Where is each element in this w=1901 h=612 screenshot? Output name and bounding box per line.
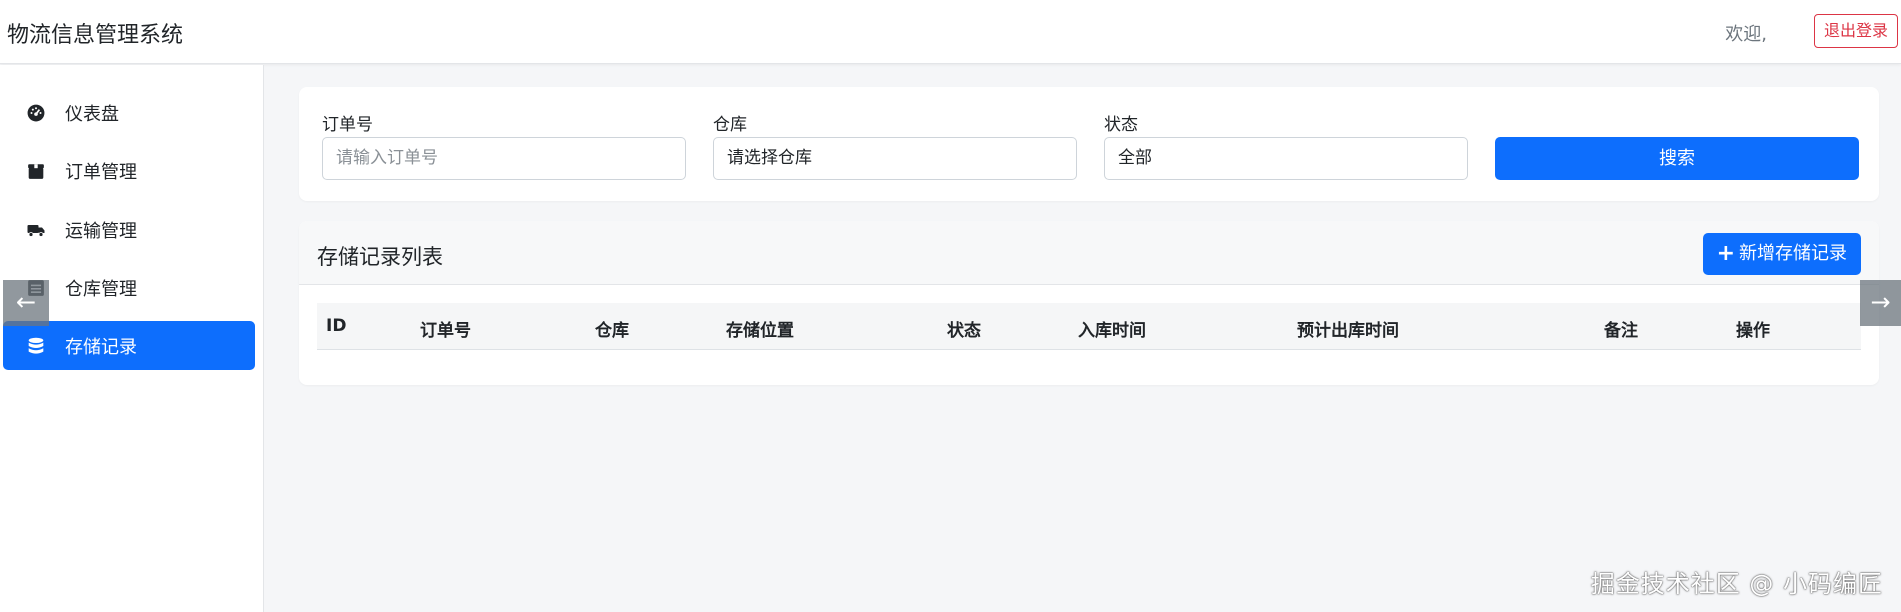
- next-arrow-icon[interactable]: →: [1860, 280, 1901, 326]
- sidebar-item-dashboard[interactable]: 仪表盘: [3, 88, 255, 137]
- warehouse-select[interactable]: 请选择仓库: [713, 137, 1077, 180]
- app-title: 物流信息管理系统: [7, 23, 184, 48]
- column-header-remark: 备注: [1604, 321, 1638, 341]
- main-content: 订单号 请输入订单号 仓库 请选择仓库 状态 全部 搜索 存储记录列表 + 新增…: [265, 65, 1901, 612]
- status-select[interactable]: 全部: [1104, 137, 1468, 180]
- watermark: 掘金技术社区 @ 小码编匠: [1590, 570, 1883, 598]
- warehouse-label: 仓库: [713, 115, 747, 135]
- sidebar-item-label: 订单管理: [65, 161, 137, 183]
- status-label: 状态: [1104, 115, 1138, 135]
- sidebar-item-orders[interactable]: 订单管理: [3, 146, 255, 195]
- column-header-id: ID: [326, 316, 347, 336]
- search-button[interactable]: 搜索: [1495, 137, 1859, 180]
- panel-title: 存储记录列表: [317, 245, 443, 269]
- sidebar-item-transport[interactable]: 运输管理: [3, 205, 255, 254]
- sidebar-item-label: 仓库管理: [65, 278, 137, 300]
- logout-button[interactable]: 退出登录: [1813, 14, 1898, 48]
- column-header-order-number: 订单号: [420, 321, 471, 341]
- sidebar-item-label: 运输管理: [65, 220, 137, 242]
- sidebar-item-label: 仪表盘: [65, 103, 119, 125]
- truck-icon: [27, 221, 45, 239]
- sidebar-item-storage-records[interactable]: 存储记录: [3, 321, 255, 370]
- top-navbar: 物流信息管理系统 欢迎, 退出登录: [0, 0, 1901, 64]
- add-storage-record-button[interactable]: + 新增存储记录: [1702, 233, 1861, 275]
- column-header-actions: 操作: [1736, 321, 1770, 341]
- column-header-location: 存储位置: [726, 321, 794, 341]
- database-icon: [27, 337, 45, 355]
- prev-arrow-icon[interactable]: ←: [3, 280, 49, 326]
- sidebar: 仪表盘 订单管理 运输管理 仓库管理 存储记录: [0, 65, 264, 612]
- sidebar-item-label: 存储记录: [65, 336, 137, 358]
- column-header-inbound-time: 入库时间: [1078, 321, 1146, 341]
- add-button-label: 新增存储记录: [1739, 243, 1847, 264]
- storage-records-panel: 存储记录列表 + 新增存储记录 ID 订单号 仓库 存储位置 状态 入库时间 预…: [299, 221, 1879, 385]
- filter-panel: 订单号 请输入订单号 仓库 请选择仓库 状态 全部 搜索: [299, 87, 1879, 201]
- column-header-expected-outbound-time: 预计出库时间: [1297, 321, 1399, 341]
- column-header-warehouse: 仓库: [595, 321, 629, 341]
- panel-header: 存储记录列表 + 新增存储记录: [299, 221, 1879, 285]
- column-header-status: 状态: [947, 321, 981, 341]
- welcome-text: 欢迎,: [1725, 24, 1767, 45]
- order-number-input[interactable]: 请输入订单号: [322, 137, 686, 180]
- dashboard-icon: [27, 104, 45, 122]
- plus-icon: +: [1716, 241, 1735, 266]
- box-icon: [27, 162, 45, 180]
- table-header: ID 订单号 仓库 存储位置 状态 入库时间 预计出库时间 备注 操作: [317, 303, 1861, 350]
- order-number-label: 订单号: [322, 115, 373, 135]
